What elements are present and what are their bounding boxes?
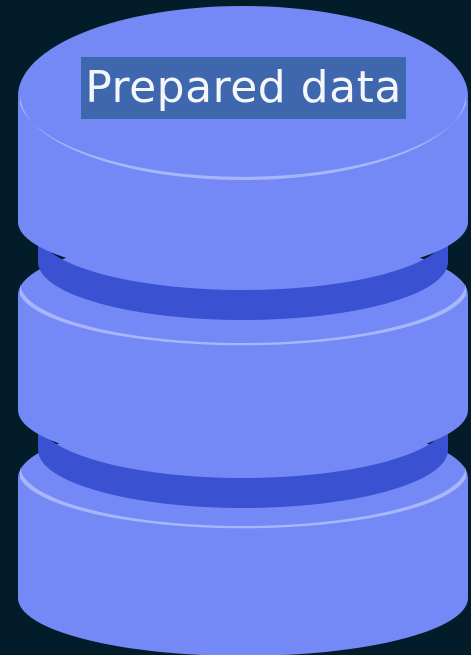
diagram-label: Prepared data — [85, 62, 402, 113]
disk-top — [18, 6, 468, 280]
diagram-canvas: Prepared data — [0, 0, 471, 655]
label-highlight: Prepared data — [81, 57, 406, 119]
